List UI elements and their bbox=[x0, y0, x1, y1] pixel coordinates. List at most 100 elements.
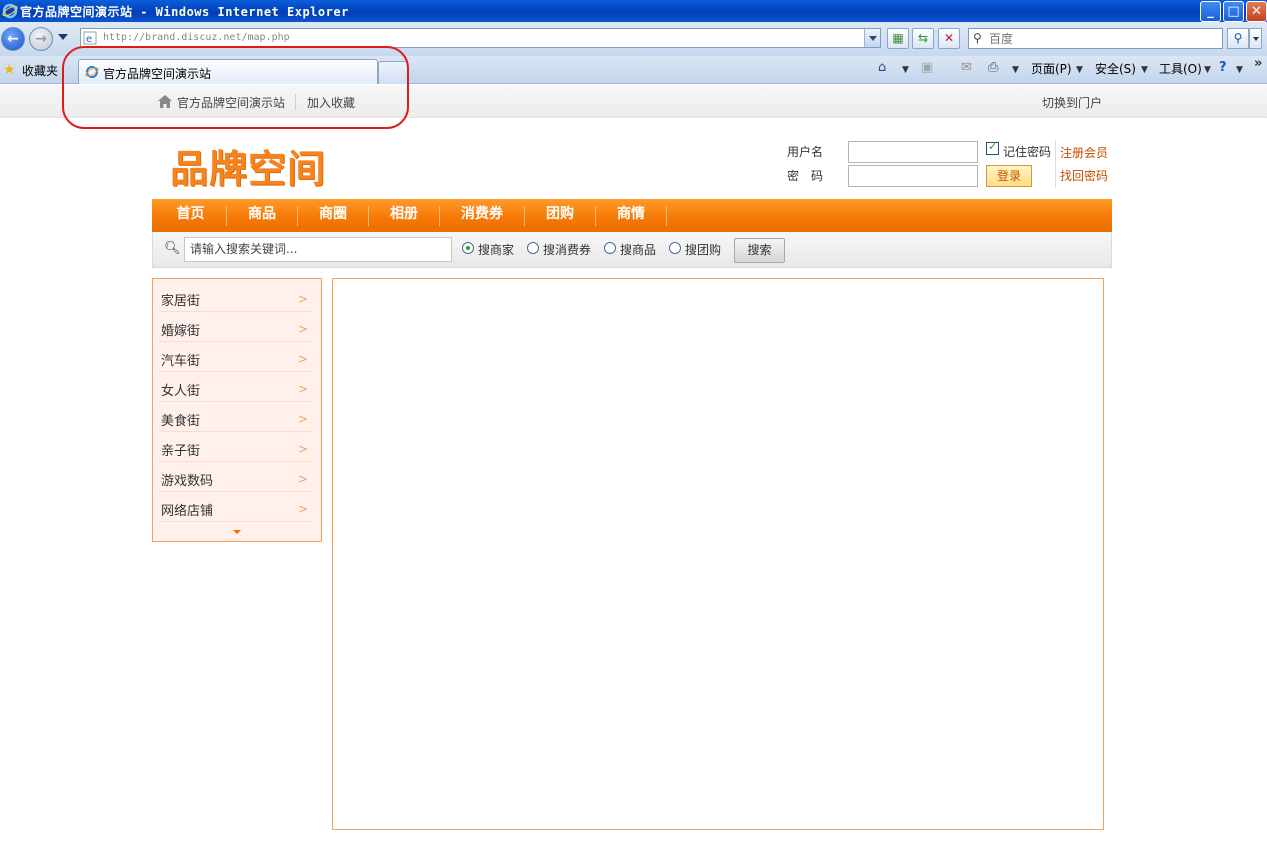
page-menu-dropdown-icon: ▼ bbox=[1076, 65, 1083, 75]
remember-checkbox[interactable] bbox=[986, 140, 999, 155]
forward-arrow-icon: → bbox=[35, 31, 47, 47]
tools-menu-dropdown-icon: ▼ bbox=[1204, 65, 1211, 75]
category-item[interactable]: 女人街 > bbox=[159, 372, 312, 402]
more-commands-chevron[interactable]: » bbox=[1254, 56, 1262, 71]
category-label: 美食街 bbox=[161, 414, 201, 429]
favorites-button[interactable]: 收藏夹 bbox=[22, 62, 58, 79]
radio-label-merchant: 搜商家 bbox=[478, 243, 515, 257]
back-button[interactable]: ← bbox=[1, 27, 25, 51]
home-command-icon[interactable]: ⌂ bbox=[878, 60, 886, 75]
minimize-button[interactable]: _ bbox=[1200, 1, 1221, 22]
category-item[interactable]: 网络店铺 > bbox=[159, 492, 312, 522]
stop-button[interactable]: ✕ bbox=[938, 28, 960, 49]
address-bar-row: ← → e http://brand.discuz.net/map.php ▦ … bbox=[0, 22, 1267, 56]
category-label: 网络店铺 bbox=[161, 504, 214, 519]
map-area[interactable] bbox=[332, 278, 1104, 830]
main-nav: 首页 商品 商圈 相册 消费券 团购 商情 bbox=[152, 199, 1112, 232]
nav-home[interactable]: 首页 bbox=[155, 199, 226, 232]
close-window-button[interactable]: ✕ bbox=[1246, 1, 1267, 22]
category-item[interactable]: 家居街 > bbox=[159, 282, 312, 312]
svg-text:e: e bbox=[86, 34, 92, 45]
search-provider-dropdown[interactable] bbox=[1249, 28, 1262, 49]
nav-news[interactable]: 商情 bbox=[596, 199, 666, 232]
keyword-input[interactable]: 请输入搜索关键词... bbox=[184, 237, 452, 262]
username-input[interactable] bbox=[848, 141, 978, 163]
nav-coupon[interactable]: 消费券 bbox=[440, 199, 524, 232]
login-button[interactable]: 登录 bbox=[986, 165, 1032, 187]
nav-goods[interactable]: 商品 bbox=[227, 199, 297, 232]
radio-search-coupon[interactable] bbox=[527, 242, 539, 254]
browser-search-box[interactable]: ⚲ bbox=[968, 28, 1223, 49]
category-item[interactable]: 亲子街 > bbox=[159, 432, 312, 462]
category-sidebar: 家居街 > 婚嫁街 > 汽车街 > 女人街 > 美食街 > 亲子街 > 游戏数码 > 网络店铺… bbox=[152, 278, 322, 542]
password-input[interactable] bbox=[848, 165, 978, 187]
address-dropdown[interactable] bbox=[864, 29, 880, 47]
page-menu[interactable]: 页面(P) bbox=[1031, 60, 1072, 77]
maximize-button[interactable]: □ bbox=[1223, 1, 1244, 22]
tools-menu[interactable]: 工具(O) bbox=[1159, 60, 1202, 77]
recover-password-link[interactable]: 找回密码 bbox=[1060, 167, 1108, 184]
tab-title: 官方品牌空间演示站 bbox=[103, 67, 212, 81]
print-icon[interactable]: ⎙ bbox=[988, 60, 998, 75]
help-icon[interactable]: ? bbox=[1219, 60, 1227, 75]
category-label: 游戏数码 bbox=[161, 474, 214, 489]
category-item[interactable]: 汽车街 > bbox=[159, 342, 312, 372]
remember-label: 记住密码 bbox=[1003, 145, 1052, 159]
tabs-row: ★ 收藏夹 官方品牌空间演示站 ⌂ ▼ ▣ ✉ ⎙ ▼ 页面(P) ▼ 安全(S… bbox=[0, 56, 1267, 84]
url-text: http://brand.discuz.net/map.php bbox=[103, 32, 290, 43]
maximize-icon: □ bbox=[1227, 4, 1240, 19]
safety-menu[interactable]: 安全(S) bbox=[1095, 60, 1136, 77]
nav-circle[interactable]: 商圈 bbox=[298, 199, 368, 232]
radio-search-merchant[interactable] bbox=[462, 242, 474, 254]
category-label: 婚嫁街 bbox=[161, 324, 201, 339]
divider bbox=[295, 94, 296, 110]
site-top-bar: 官方品牌空间演示站 加入收藏 切换到门户 bbox=[0, 85, 1267, 118]
compat-view-button[interactable]: ▦ bbox=[887, 28, 909, 49]
search-button[interactable]: 搜索 bbox=[734, 238, 785, 263]
category-label: 汽车街 bbox=[161, 354, 201, 369]
browser-search-input[interactable] bbox=[989, 31, 1219, 46]
refresh-icon: ⇆ bbox=[917, 31, 929, 45]
favorites-star-icon: ★ bbox=[3, 62, 16, 78]
nav-groupbuy[interactable]: 团购 bbox=[525, 199, 595, 232]
username-label: 用户名 bbox=[787, 145, 824, 159]
radio-search-goods[interactable] bbox=[604, 242, 616, 254]
new-tab-button[interactable] bbox=[378, 61, 408, 84]
forward-button[interactable]: → bbox=[29, 27, 53, 51]
site-search-bar: 🔍︎ 请输入搜索关键词... 搜商家 搜消费券 搜商品 搜团购 搜索 bbox=[152, 232, 1112, 268]
close-icon: ✕ bbox=[1251, 4, 1262, 19]
feeds-icon[interactable]: ▣ bbox=[921, 60, 933, 75]
switch-portal-link[interactable]: 切换到门户 bbox=[1042, 94, 1102, 111]
refresh-button[interactable]: ⇆ bbox=[912, 28, 934, 49]
window-title-bar: 官方品牌空间演示站 - Windows Internet Explorer _ … bbox=[0, 0, 1267, 22]
back-arrow-icon: ← bbox=[7, 31, 19, 47]
safety-menu-dropdown-icon: ▼ bbox=[1141, 65, 1148, 75]
expand-more-icon[interactable] bbox=[233, 530, 241, 534]
browser-search-go-button[interactable]: ⚲ bbox=[1227, 28, 1249, 49]
chevron-right-icon: > bbox=[297, 382, 308, 396]
print-dropdown-icon[interactable]: ▼ bbox=[1012, 65, 1019, 75]
address-field[interactable]: e http://brand.discuz.net/map.php bbox=[80, 28, 881, 48]
category-item[interactable]: 游戏数码 > bbox=[159, 462, 312, 492]
nav-divider bbox=[666, 206, 667, 226]
radio-label-goods: 搜商品 bbox=[620, 243, 657, 257]
brand-logo[interactable]: 品牌空间 bbox=[170, 138, 326, 193]
recent-pages-dropdown[interactable] bbox=[58, 34, 68, 40]
site-home-link[interactable]: 官方品牌空间演示站 bbox=[177, 94, 285, 111]
chevron-right-icon: > bbox=[297, 442, 308, 456]
add-favorite-link[interactable]: 加入收藏 bbox=[307, 94, 355, 111]
page-ie-icon: e bbox=[83, 31, 97, 45]
category-item[interactable]: 美食街 > bbox=[159, 402, 312, 432]
home-dropdown-icon[interactable]: ▼ bbox=[902, 65, 909, 75]
register-link[interactable]: 注册会员 bbox=[1060, 144, 1108, 161]
tab-current[interactable]: 官方品牌空间演示站 bbox=[78, 59, 378, 84]
nav-album[interactable]: 相册 bbox=[369, 199, 439, 232]
window-title: 官方品牌空间演示站 - Windows Internet Explorer bbox=[20, 5, 349, 19]
mail-icon[interactable]: ✉ bbox=[961, 60, 972, 75]
chevron-right-icon: > bbox=[297, 352, 308, 366]
ie-logo-icon bbox=[2, 3, 18, 19]
radio-search-groupbuy[interactable] bbox=[669, 242, 681, 254]
category-label: 家居街 bbox=[161, 294, 201, 309]
category-item[interactable]: 婚嫁街 > bbox=[159, 312, 312, 342]
search-icon: 🔍︎ bbox=[164, 241, 181, 256]
